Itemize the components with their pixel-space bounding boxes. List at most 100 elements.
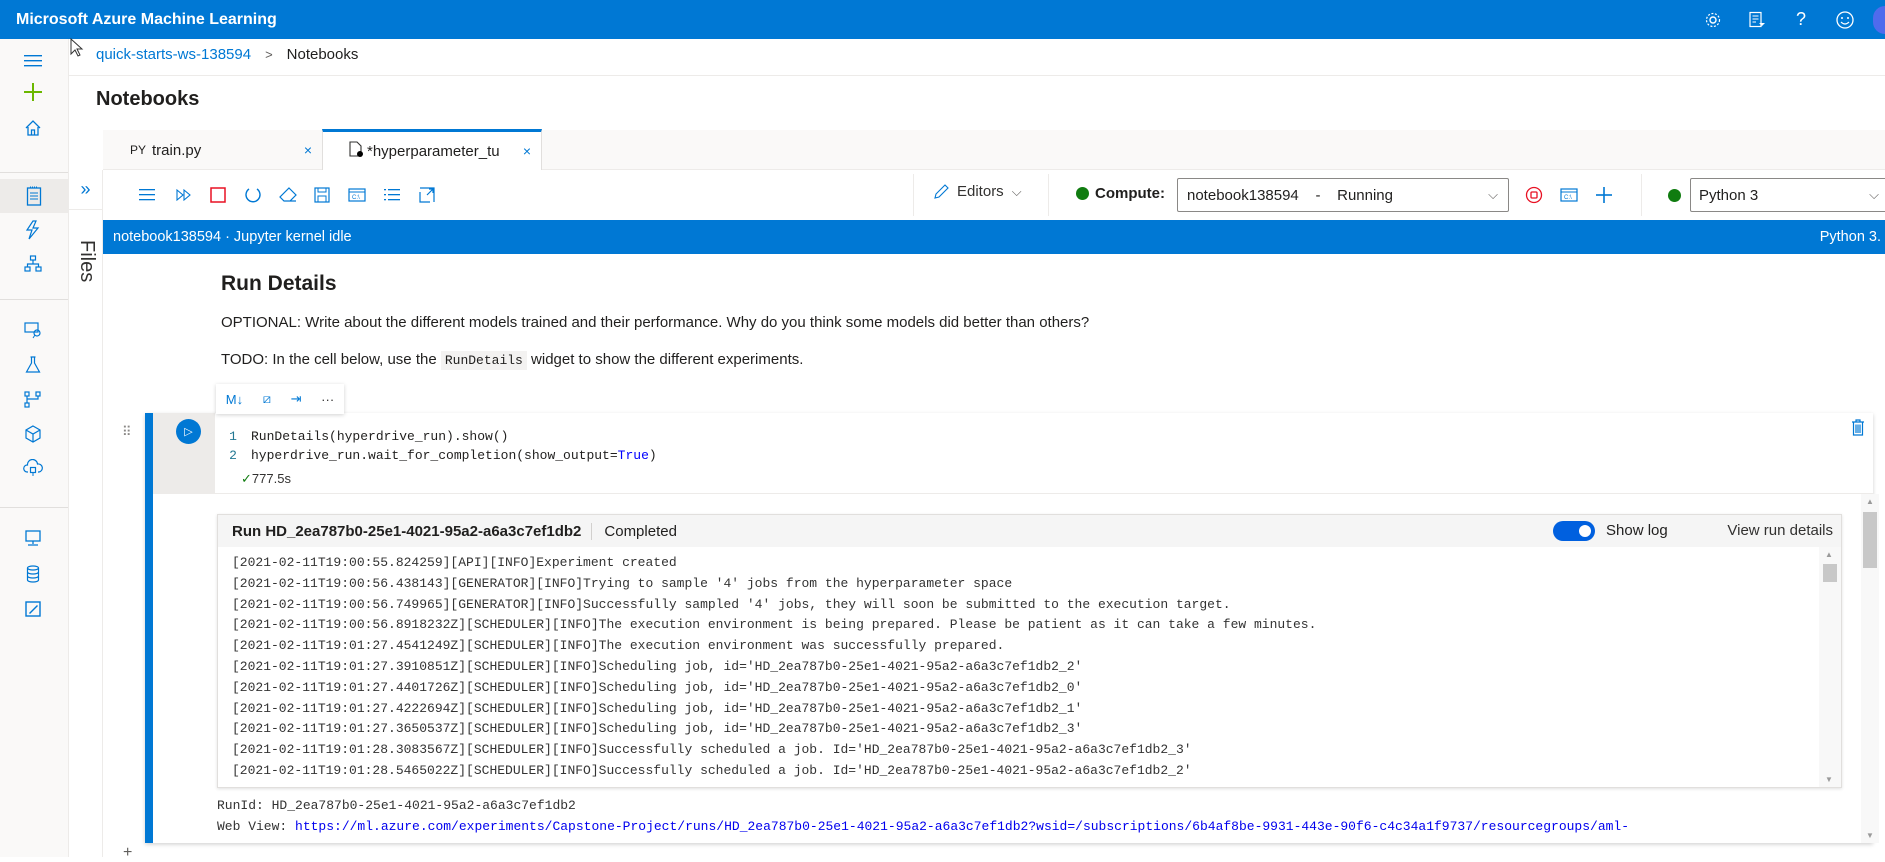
chevron-down-icon: ⌵	[1488, 187, 1498, 202]
log-line: [2021-02-11T19:00:56.8918232Z][SCHEDULER…	[232, 617, 1317, 633]
cell-drag-handle[interactable]: ⠿	[122, 424, 131, 440]
datasets-icon[interactable]	[20, 317, 46, 343]
add-compute-icon[interactable]	[1593, 184, 1615, 206]
cell-menu-icon[interactable]	[136, 184, 158, 206]
models-icon[interactable]	[20, 421, 46, 447]
code-line: 1 RunDetails(hyperdrive_run).show()	[229, 429, 509, 444]
stop-compute-icon[interactable]	[1523, 184, 1545, 206]
delete-cell-icon[interactable]	[1851, 419, 1865, 441]
kernel-status-text: notebook138594 · Jupyter kernel idle	[113, 229, 352, 245]
tab-label: *hyperparameter_tu	[367, 142, 500, 160]
markdown-todo-text: TODO: In the cell below, use the RunDeta…	[221, 351, 804, 370]
files-panel-collapsed: » Files	[69, 170, 103, 857]
focus-mode-icon[interactable]	[416, 184, 438, 206]
home-icon[interactable]	[20, 115, 46, 141]
cell-gutter: ▷	[153, 413, 215, 493]
log-line: [2021-02-11T19:00:56.749965][GENERATOR][…	[232, 596, 1231, 612]
breadcrumb-workspace-link[interactable]: quick-starts-ws-138594	[96, 46, 251, 63]
toolbar-divider	[913, 174, 914, 216]
designer-icon[interactable]	[20, 251, 46, 277]
notebook-body: Run Details OPTIONAL: Write about the di…	[103, 254, 1885, 861]
pencil-icon	[934, 183, 949, 199]
run-cell-button[interactable]: ▷	[176, 419, 201, 444]
scroll-down-icon[interactable]: ▼	[1825, 775, 1833, 784]
notebooks-icon[interactable]	[0, 179, 68, 213]
output-scroll-thumb[interactable]	[1863, 512, 1877, 568]
code-line: 2 hyperdrive_run.wait_for_completion(show…	[229, 448, 657, 463]
svg-text:C:\: C:\	[1564, 195, 1572, 201]
terminal-icon[interactable]: C:\	[346, 184, 368, 206]
smiley-icon[interactable]	[1823, 0, 1867, 39]
tab-train-py[interactable]: PY train.py ×	[103, 130, 322, 170]
breadcrumb: quick-starts-ws-138594 > Notebooks	[96, 46, 358, 63]
clear-cell-output-icon[interactable]: ⧄	[263, 391, 271, 407]
interrupt-kernel-icon[interactable]	[207, 184, 229, 206]
notebook-toolbar: C:\ Editors ⌵ Compute: notebook138594 - …	[103, 170, 1885, 220]
markdown-toggle-icon[interactable]: M↓	[226, 392, 243, 407]
code-editor[interactable]: 1 RunDetails(hyperdrive_run).show() 2 hype…	[215, 427, 657, 465]
cell-toolbar: M↓ ⧄ ⇥ ···	[216, 384, 344, 414]
header-divider	[69, 75, 1885, 76]
kernel-language: Python 3.	[1819, 229, 1881, 245]
run-name: Run HD_2ea787b0-25e1-4021-95a2-a6a3c7ef1…	[232, 522, 593, 540]
tab-hyperparameter-notebook[interactable]: *hyperparameter_tu ×	[322, 129, 542, 170]
app-header: Microsoft Azure Machine Learning ?	[0, 0, 1885, 39]
compute-running-indicator	[1076, 187, 1089, 200]
more-options-icon[interactable]: ···	[321, 392, 334, 407]
data-labeling-icon[interactable]	[20, 596, 46, 622]
inline-code: RunDetails	[440, 351, 527, 370]
automated-ml-icon[interactable]	[20, 217, 46, 243]
save-icon[interactable]	[311, 184, 333, 206]
experiments-icon[interactable]	[20, 352, 46, 378]
clear-outputs-icon[interactable]	[277, 184, 299, 206]
header-actions: ?	[1691, 0, 1885, 39]
show-log-toggle[interactable]	[1553, 521, 1595, 541]
hamburger-menu-icon[interactable]	[20, 48, 46, 74]
execution-time: ✓777.5s	[241, 471, 291, 486]
scroll-up-icon[interactable]: ▲	[1825, 550, 1833, 559]
nav-divider	[0, 299, 68, 300]
editors-label: Editors	[957, 183, 1004, 200]
widget-header: Run HD_2ea787b0-25e1-4021-95a2-a6a3c7ef1…	[218, 515, 1841, 547]
run-all-icon[interactable]	[173, 184, 195, 206]
scroll-down-icon[interactable]: ▼	[1866, 831, 1874, 840]
compute-icon[interactable]	[20, 525, 46, 551]
settings-icon[interactable]	[1691, 0, 1735, 39]
help-icon[interactable]: ?	[1779, 0, 1823, 39]
scroll-up-icon[interactable]: ▲	[1866, 497, 1874, 506]
kernel-status-bar: notebook138594 · Jupyter kernel idle Pyt…	[103, 220, 1885, 254]
close-tab-icon[interactable]: ×	[304, 142, 312, 158]
tab-label: train.py	[152, 141, 202, 159]
kernel-status-indicator	[1668, 189, 1681, 202]
log-line: [2021-02-11T19:00:56.438143][GENERATOR][…	[232, 575, 1013, 591]
files-panel-label[interactable]: Files	[75, 240, 98, 282]
datastores-icon[interactable]	[20, 561, 46, 587]
create-new-icon[interactable]	[20, 79, 46, 105]
log-line: [2021-02-11T19:01:28.3083567Z][SCHEDULER…	[232, 742, 1192, 758]
log-line: [2021-02-11T19:01:28.5465022Z][SCHEDULER…	[232, 762, 1192, 778]
compute-terminal-icon[interactable]: C:\	[1558, 184, 1580, 206]
view-run-details-link[interactable]: View run details	[1727, 522, 1833, 539]
code-cell[interactable]: ▷ 1 RunDetails(hyperdrive_run).show() 2 hy…	[145, 413, 1879, 843]
log-scroll-thumb[interactable]	[1823, 564, 1837, 582]
output-scrollbar[interactable]: ▲ ▼	[1861, 494, 1879, 843]
table-of-contents-icon[interactable]	[381, 184, 403, 206]
close-tab-icon[interactable]: ×	[523, 143, 531, 159]
kernel-select[interactable]: Python 3 ⌵	[1690, 178, 1885, 212]
breadcrumb-separator: >	[265, 47, 273, 62]
restart-kernel-icon[interactable]	[242, 184, 264, 206]
avatar[interactable]	[1873, 5, 1885, 34]
chevron-down-icon: ⌵	[1011, 183, 1022, 199]
expand-files-button[interactable]: »	[69, 170, 102, 210]
endpoints-icon[interactable]	[20, 455, 46, 481]
pipelines-icon[interactable]	[20, 387, 46, 413]
compute-select[interactable]: notebook138594 - Running ⌵	[1177, 178, 1509, 212]
split-cell-icon[interactable]: ⇥	[291, 391, 302, 407]
log-scrollbar[interactable]: ▲ ▼	[1819, 547, 1841, 787]
compute-value: notebook138594 - Running	[1187, 186, 1393, 204]
nav-divider	[0, 507, 68, 508]
feedback-filter-icon[interactable]	[1735, 0, 1779, 39]
add-cell-icon[interactable]: +	[123, 844, 132, 862]
web-view-link[interactable]: https://ml.azure.com/experiments/Capston…	[295, 819, 1629, 834]
editors-dropdown[interactable]: Editors ⌵	[933, 183, 1022, 200]
